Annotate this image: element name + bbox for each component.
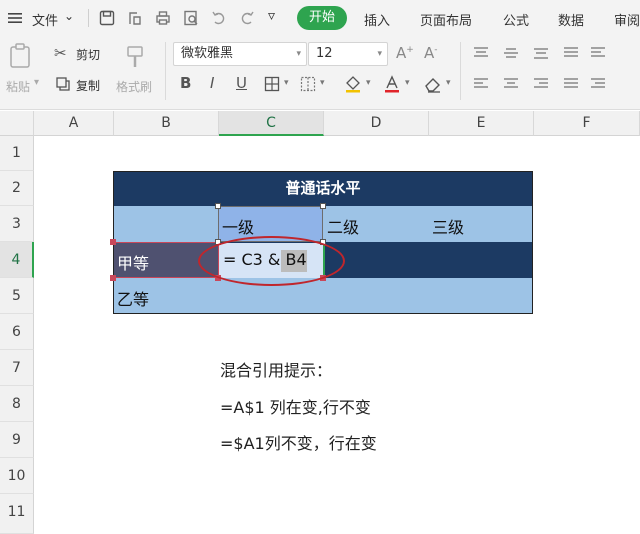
increase-font-size-icon[interactable]: A+ <box>396 44 414 62</box>
file-menu[interactable]: 文件 <box>32 10 58 29</box>
row-header-1[interactable]: 1 <box>0 136 34 171</box>
paste-icon[interactable] <box>8 42 34 70</box>
menu-bar: 文件 ⌄ ▿ 开始 插入 页面布局 公式 数据 审阅 <box>0 0 640 36</box>
note-line-1: =A$1 列在变,行不变 <box>220 398 371 417</box>
tab-formulas[interactable]: 公式 <box>503 10 529 29</box>
column-header-e[interactable]: E <box>429 111 534 136</box>
grade-2-label: 乙等 <box>117 290 150 309</box>
format-painter-icon[interactable] <box>124 44 146 70</box>
column-header-a[interactable]: A <box>34 111 114 136</box>
align-top-icon[interactable] <box>473 46 489 60</box>
borders-icon[interactable] <box>264 76 280 92</box>
row-header-8[interactable]: 8 <box>0 386 34 422</box>
copy-icon[interactable] <box>55 76 71 92</box>
chevron-down-icon[interactable]: ⌄ <box>64 9 74 23</box>
print-icon[interactable] <box>154 9 172 27</box>
tab-review[interactable]: 审阅 <box>614 10 640 29</box>
note-line-2: =$A1列不变，行在变 <box>220 434 377 453</box>
align-center-icon[interactable] <box>503 77 519 91</box>
paste-dropdown-icon[interactable]: ▾ <box>34 77 39 88</box>
align-middle-icon[interactable] <box>503 46 519 60</box>
cut-button[interactable]: 剪切 <box>76 46 100 63</box>
row-header-5[interactable]: 5 <box>0 278 34 314</box>
selection-handle[interactable] <box>320 203 326 209</box>
font-color-icon[interactable] <box>382 74 402 94</box>
merge-cells-icon[interactable] <box>300 76 316 92</box>
row-header-4[interactable]: 4 <box>0 242 34 278</box>
wrap-text-icon[interactable] <box>590 46 606 60</box>
distributed-align-icon[interactable] <box>563 77 579 91</box>
italic-button[interactable]: I <box>210 74 214 92</box>
font-name-dropdown-icon: ▾ <box>296 49 301 59</box>
level-3-label: 三级 <box>432 218 465 237</box>
font-size-value: 12 <box>316 46 333 61</box>
selection-handle[interactable] <box>215 203 221 209</box>
tab-data[interactable]: 数据 <box>558 10 584 29</box>
ribbon-divider <box>165 42 166 100</box>
align-bottom-icon[interactable] <box>533 46 549 60</box>
eraser-icon[interactable] <box>423 74 443 94</box>
selection-handle[interactable] <box>110 239 116 245</box>
row-header-11[interactable]: 11 <box>0 494 34 534</box>
underline-button[interactable]: U <box>236 74 247 92</box>
font-name-value: 微软雅黑 <box>181 46 234 61</box>
menu-divider <box>88 9 89 27</box>
export-icon[interactable] <box>126 9 144 27</box>
font-size-select[interactable]: 12 ▾ <box>308 42 388 66</box>
clear-dropdown-icon[interactable]: ▾ <box>446 78 451 88</box>
hamburger-menu-icon[interactable] <box>6 9 24 27</box>
column-header-c[interactable]: C <box>219 111 324 136</box>
align-justify-icon[interactable] <box>563 46 579 60</box>
align-right-icon[interactable] <box>533 77 549 91</box>
font-size-dropdown-icon: ▾ <box>377 49 382 59</box>
row-header-6[interactable]: 6 <box>0 314 34 350</box>
redo-icon[interactable] <box>238 9 256 27</box>
font-color-dropdown-icon[interactable]: ▾ <box>405 78 410 88</box>
row-header-3[interactable]: 3 <box>0 206 34 242</box>
level-1-label: 一级 <box>222 218 255 237</box>
row-header-10[interactable]: 10 <box>0 458 34 494</box>
copy-button[interactable]: 复制 <box>76 77 100 94</box>
grade-1-label: 甲等 <box>117 254 150 273</box>
select-all-corner[interactable] <box>0 111 34 136</box>
row-header-2[interactable]: 2 <box>0 171 34 206</box>
paste-button[interactable]: 粘贴 <box>6 78 30 95</box>
ribbon-divider <box>460 42 461 100</box>
level-2-label: 二级 <box>327 218 360 237</box>
align-left-icon[interactable] <box>473 77 489 91</box>
tab-page-layout[interactable]: 页面布局 <box>420 10 472 29</box>
selection-handle[interactable] <box>110 275 116 281</box>
save-icon[interactable] <box>98 9 116 27</box>
indent-icon[interactable] <box>590 77 606 91</box>
borders-dropdown-icon[interactable]: ▾ <box>284 78 289 88</box>
merge-dropdown-icon[interactable]: ▾ <box>320 78 325 88</box>
fill-color-dropdown-icon[interactable]: ▾ <box>366 78 371 88</box>
tab-insert[interactable]: 插入 <box>364 10 390 29</box>
bold-button[interactable]: B <box>180 74 191 92</box>
ribbon-toolbar: 粘贴 ▾ ✂ 剪切 复制 格式刷 微软雅黑 ▾ 12 ▾ A+ A- B I U… <box>0 36 640 110</box>
column-header-d[interactable]: D <box>324 111 429 136</box>
row-header-7[interactable]: 7 <box>0 350 34 386</box>
tab-home[interactable]: 开始 <box>297 6 347 30</box>
column-header-f[interactable]: F <box>534 111 640 136</box>
undo-icon[interactable] <box>210 9 228 27</box>
print-preview-icon[interactable] <box>182 9 200 27</box>
scissors-icon[interactable]: ✂ <box>54 44 67 62</box>
quick-access-dropdown-icon[interactable]: ▿ <box>268 8 275 24</box>
format-painter-button[interactable]: 格式刷 <box>116 78 152 95</box>
font-name-select[interactable]: 微软雅黑 ▾ <box>173 42 307 66</box>
fill-color-icon[interactable] <box>343 74 363 94</box>
note-heading: 混合引用提示： <box>220 361 333 380</box>
row-header-9[interactable]: 9 <box>0 422 34 458</box>
column-header-b[interactable]: B <box>114 111 219 136</box>
highlight-ellipse <box>198 236 345 286</box>
decrease-font-size-icon[interactable]: A- <box>424 44 438 62</box>
